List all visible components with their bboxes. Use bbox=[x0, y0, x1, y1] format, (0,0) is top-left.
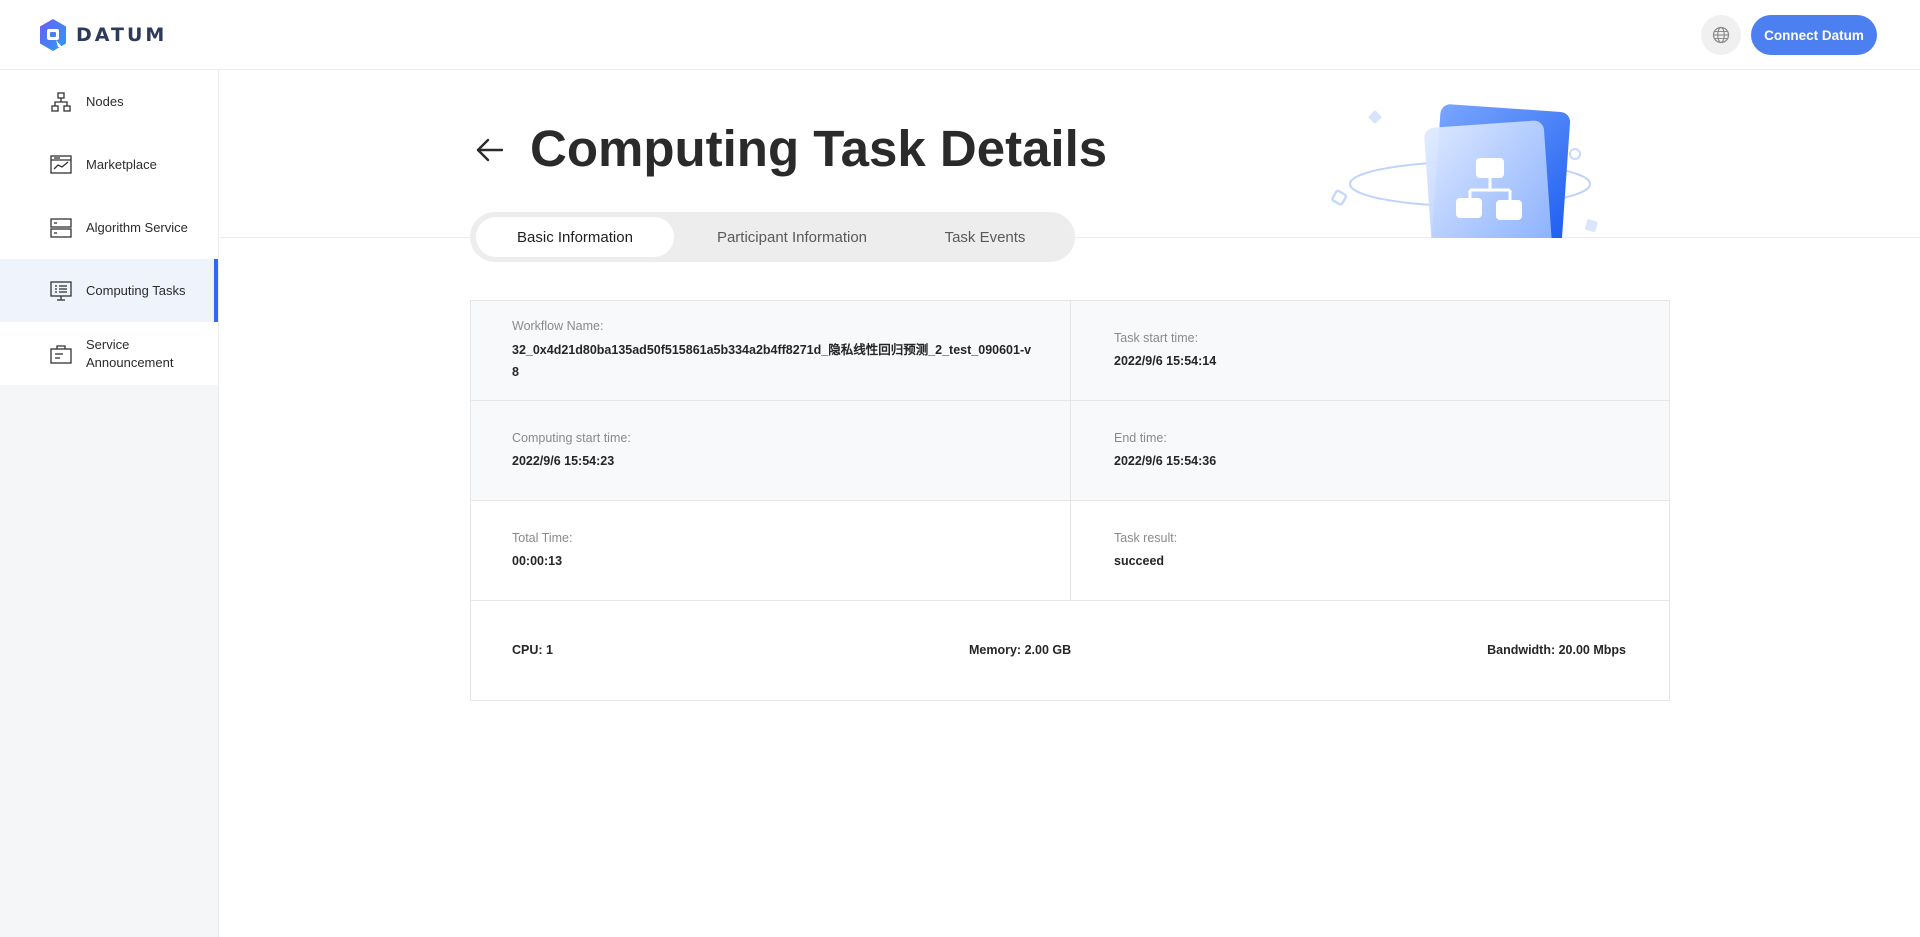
computing-start-cell: Computing start time: 2022/9/6 15:54:23 bbox=[471, 401, 1071, 501]
computing-icon bbox=[50, 280, 72, 301]
total-time-value: 00:00:13 bbox=[512, 554, 563, 568]
info-row: Workflow Name: 32_0x4d21d80ba135ad50f515… bbox=[471, 301, 1669, 401]
total-time-label: Total Time: bbox=[512, 531, 573, 545]
sidebar-item-label: Service Announcement bbox=[86, 336, 174, 370]
workflow-name-value: 32_0x4d21d80ba135ad50f515861a5b334a2b4ff… bbox=[512, 343, 1032, 379]
memory-value: Memory: 2.00 GB bbox=[969, 643, 1072, 657]
sidebar-item-label: Computing Tasks bbox=[86, 282, 186, 298]
sidebar-menu: Nodes Marketplace Algorithm Service Comp… bbox=[0, 70, 218, 385]
workflow-name-label: Workflow Name: bbox=[512, 319, 604, 333]
task-result-label: Task result: bbox=[1114, 531, 1178, 545]
sidebar: Nodes Marketplace Algorithm Service Comp… bbox=[0, 70, 219, 937]
tab-participant-information[interactable]: Participant Information bbox=[674, 217, 910, 257]
announcement-icon bbox=[50, 344, 72, 364]
info-row: Computing start time: 2022/9/6 15:54:23 … bbox=[471, 401, 1669, 501]
globe-icon bbox=[1712, 26, 1730, 44]
bandwidth-value: Bandwidth: 20.00 Mbps bbox=[1487, 643, 1626, 657]
tab-task-events[interactable]: Task Events bbox=[910, 217, 1060, 257]
datum-logo[interactable]: DATUM bbox=[38, 18, 167, 52]
sidebar-item-service-announcement[interactable]: Service Announcement bbox=[0, 322, 218, 385]
end-time-value: 2022/9/6 15:54:36 bbox=[1114, 454, 1217, 468]
computing-start-label: Computing start time: bbox=[512, 431, 631, 445]
sidebar-item-computing-tasks[interactable]: Computing Tasks bbox=[0, 259, 218, 322]
sidebar-item-nodes[interactable]: Nodes bbox=[0, 70, 218, 133]
marketplace-icon bbox=[50, 154, 72, 174]
datum-logo-icon bbox=[40, 19, 66, 51]
tab-basic-information[interactable]: Basic Information bbox=[476, 217, 674, 257]
task-start-value: 2022/9/6 15:54:14 bbox=[1114, 354, 1217, 368]
sidebar-item-label: Nodes bbox=[86, 93, 124, 109]
page-title: Computing Task Details bbox=[530, 120, 1108, 177]
info-row: Total Time: 00:00:13 Task result: succee… bbox=[471, 501, 1669, 601]
top-header: DATUM Connect Datum bbox=[0, 0, 1920, 70]
language-button[interactable] bbox=[1701, 15, 1741, 55]
cpu-value: CPU: 1 bbox=[512, 643, 553, 657]
task-result-value: succeed bbox=[1114, 554, 1165, 568]
detail-tabs: Basic Information Participant Informatio… bbox=[470, 212, 1075, 262]
back-arrow-icon[interactable] bbox=[474, 134, 506, 166]
workflow-illustration-icon bbox=[1331, 104, 1598, 238]
end-time-label: End time: bbox=[1114, 431, 1167, 445]
computing-start-value: 2022/9/6 15:54:23 bbox=[512, 454, 615, 468]
workflow-name-cell: Workflow Name: 32_0x4d21d80ba135ad50f515… bbox=[471, 301, 1071, 401]
sidebar-item-label: Marketplace bbox=[86, 156, 157, 172]
brand-name: DATUM bbox=[76, 24, 168, 46]
end-time-cell: End time: 2022/9/6 15:54:36 bbox=[1071, 401, 1669, 501]
nodes-icon bbox=[51, 91, 71, 112]
task-result-cell: Task result: succeed bbox=[1071, 501, 1669, 601]
sidebar-item-label: Algorithm Service bbox=[86, 219, 188, 235]
algorithm-icon bbox=[50, 217, 72, 238]
sidebar-item-algorithm-service[interactable]: Algorithm Service bbox=[0, 196, 218, 259]
task-info-panel: Workflow Name: 32_0x4d21d80ba135ad50f515… bbox=[470, 300, 1670, 701]
task-start-cell: Task start time: 2022/9/6 15:54:14 bbox=[1071, 301, 1669, 401]
resource-row: CPU: 1 Memory: 2.00 GB Bandwidth: 20.00 … bbox=[471, 601, 1669, 701]
connect-datum-button[interactable]: Connect Datum bbox=[1751, 15, 1877, 55]
total-time-cell: Total Time: 00:00:13 bbox=[471, 501, 1071, 601]
sidebar-item-marketplace[interactable]: Marketplace bbox=[0, 133, 218, 196]
task-start-label: Task start time: bbox=[1114, 331, 1199, 345]
